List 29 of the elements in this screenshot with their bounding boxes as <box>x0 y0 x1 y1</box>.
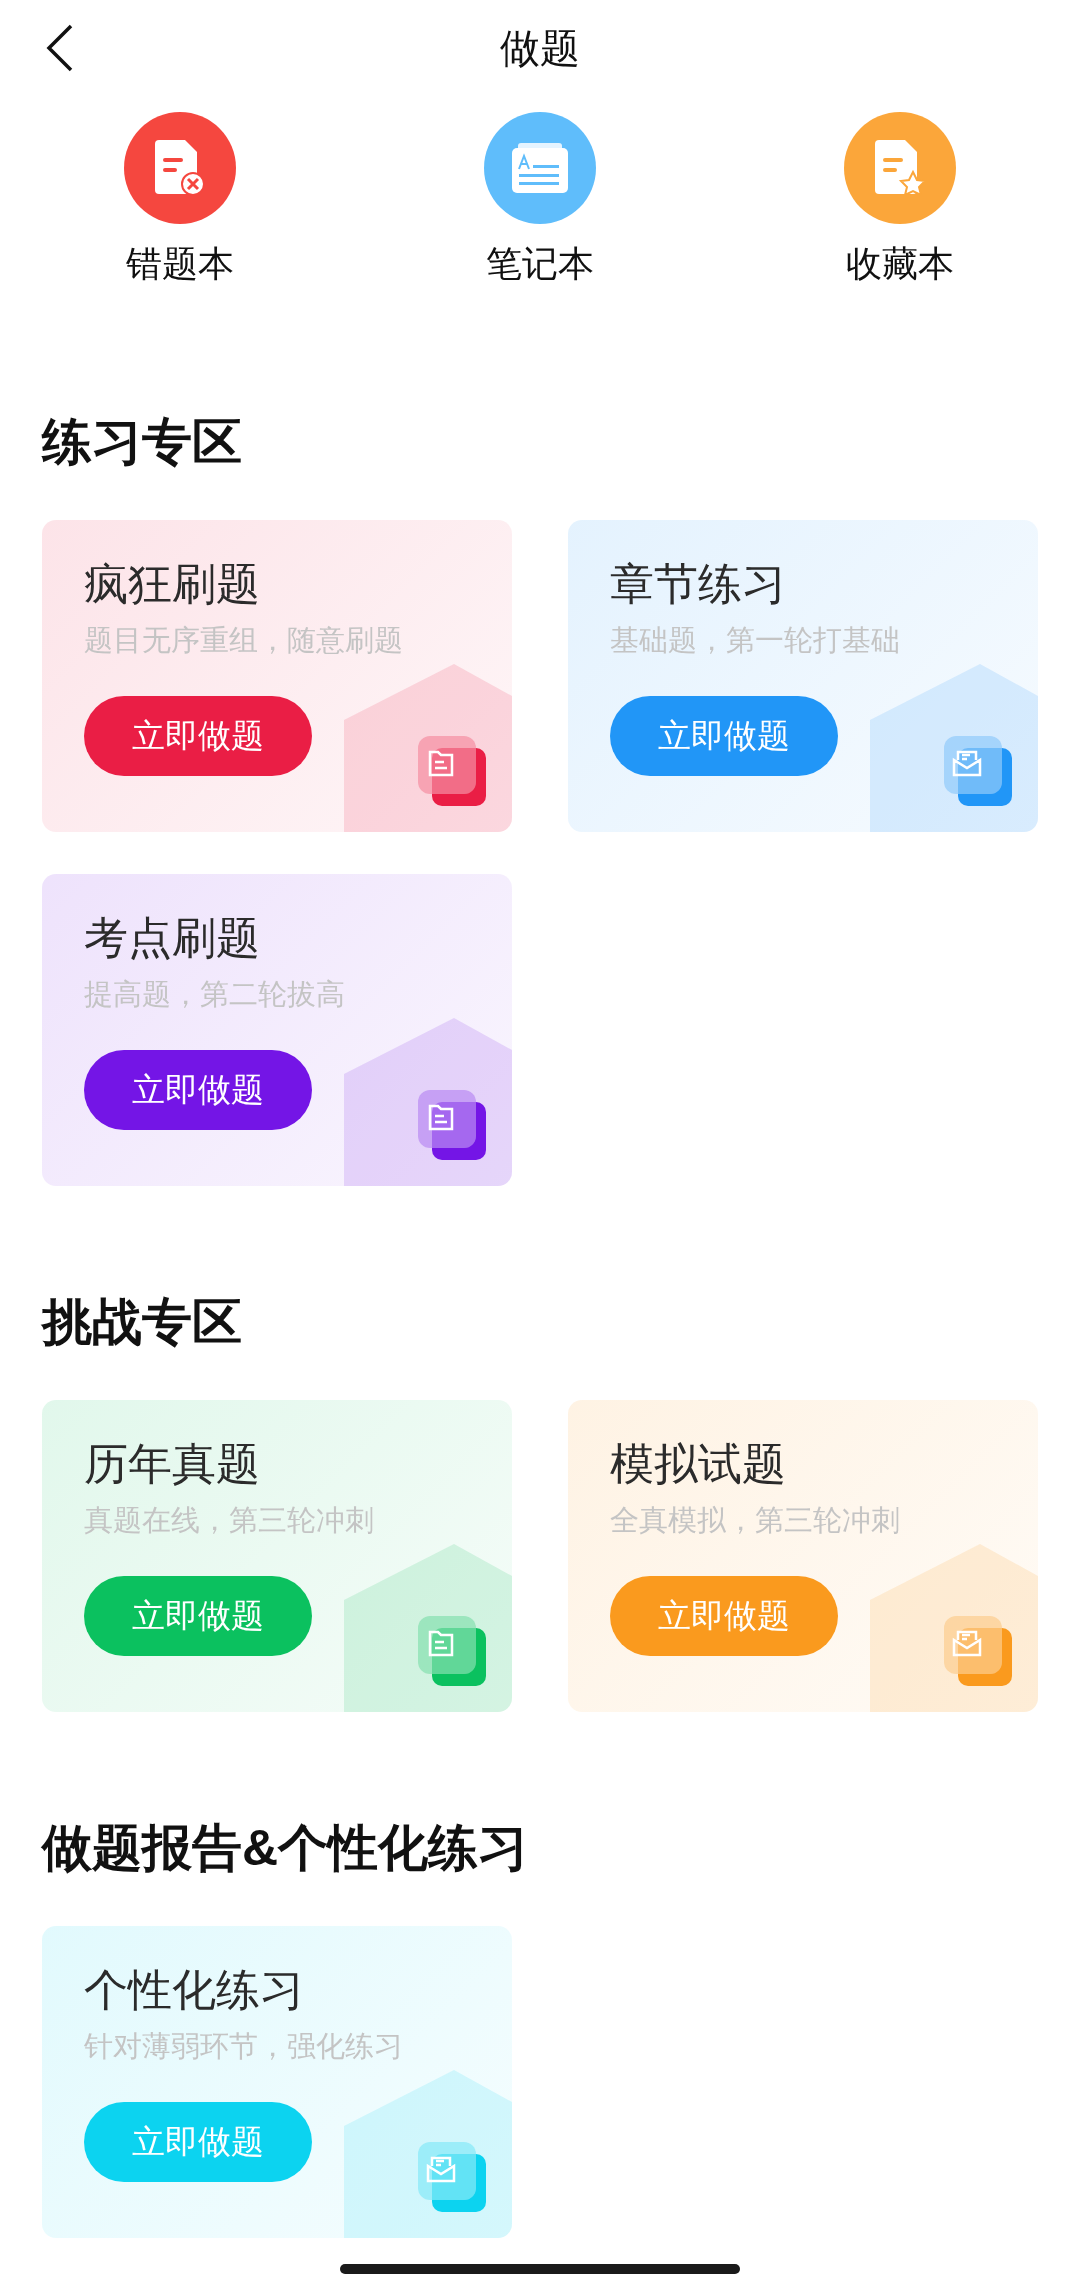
card-title: 模拟试题 <box>610 1438 786 1490</box>
practice-card[interactable]: 考点刷题 提高题，第二轮拔高 立即做题 <box>42 874 512 1186</box>
page-title: 做题 <box>500 25 580 72</box>
card-title: 章节练习 <box>610 558 786 610</box>
document-x-icon <box>155 140 205 196</box>
back-icon <box>46 24 74 72</box>
shortcut-button[interactable]: 错题本 <box>0 112 360 286</box>
start-button[interactable]: 立即做题 <box>84 696 312 776</box>
start-button[interactable]: 立即做题 <box>84 1050 312 1130</box>
card-subtitle: 题目无序重组，随意刷题 <box>84 623 403 658</box>
section-title: 做题报告&个性化练习 <box>40 1819 530 1878</box>
card-subtitle: 全真模拟，第三轮冲刺 <box>610 1503 900 1538</box>
practice-card[interactable]: 个性化练习 针对薄弱环节，强化练习 立即做题 <box>42 1926 512 2238</box>
practice-card[interactable]: 章节练习 基础题，第一轮打基础 立即做题 <box>568 520 1038 832</box>
practice-card[interactable]: 疯狂刷题 题目无序重组，随意刷题 立即做题 <box>42 520 512 832</box>
card-title: 考点刷题 <box>84 912 260 964</box>
card-title: 历年真题 <box>84 1438 260 1490</box>
card-subtitle: 提高题，第二轮拔高 <box>84 977 345 1012</box>
card-title: 个性化练习 <box>84 1964 304 2016</box>
document-star-icon <box>875 140 925 196</box>
shortcut-button[interactable]: 收藏本 <box>720 112 1080 286</box>
card-subtitle: 针对薄弱环节，强化练习 <box>84 2029 403 2064</box>
section-title: 练习专区 <box>40 413 243 472</box>
section-title: 挑战专区 <box>40 1293 243 1352</box>
card-title: 疯狂刷题 <box>84 558 260 610</box>
notebook-icon <box>512 143 568 193</box>
shortcut-button[interactable]: 笔记本 <box>360 112 720 286</box>
card-subtitle: 基础题，第一轮打基础 <box>610 623 900 658</box>
practice-card[interactable]: 模拟试题 全真模拟，第三轮冲刺 立即做题 <box>568 1400 1038 1712</box>
